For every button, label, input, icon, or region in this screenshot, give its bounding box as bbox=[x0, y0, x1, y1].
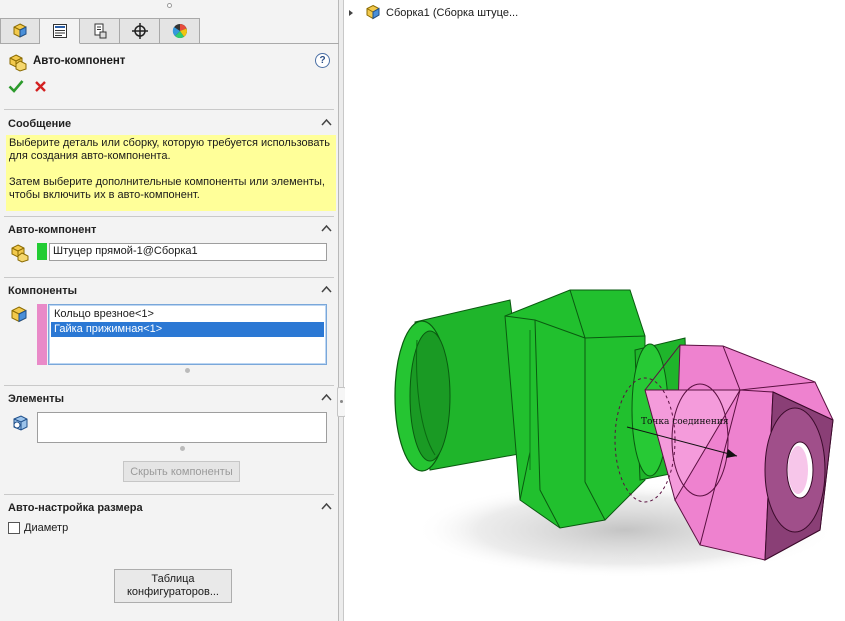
configurator-table-label-2: конфигураторов... bbox=[127, 586, 219, 598]
help-button[interactable]: ? bbox=[315, 53, 330, 68]
list-item[interactable]: Кольцо врезное<1> bbox=[51, 307, 324, 322]
auto-component-section-title[interactable]: Авто-компонент bbox=[8, 224, 96, 236]
configurator-table-button[interactable]: Таблица конфигураторов... bbox=[114, 569, 232, 603]
dimxpert-icon bbox=[131, 23, 148, 39]
cancel-x-icon[interactable] bbox=[34, 80, 47, 93]
tab-feature-manager[interactable] bbox=[0, 18, 40, 44]
diameter-checkbox[interactable] bbox=[8, 522, 20, 534]
feature-select-icon bbox=[13, 415, 28, 431]
components-section-title[interactable]: Компоненты bbox=[8, 285, 77, 297]
display-manager-icon bbox=[172, 24, 187, 39]
configuration-manager-icon bbox=[94, 23, 106, 39]
property-manager-icon bbox=[52, 24, 67, 38]
auto-component-field[interactable]: Штуцер прямой-1@Сборка1 bbox=[49, 243, 327, 261]
elements-resize-handle[interactable] bbox=[180, 446, 185, 451]
elements-field[interactable] bbox=[37, 412, 327, 443]
message-line-1: Выберите деталь или сборку, которую треб… bbox=[9, 137, 330, 162]
list-resize-handle[interactable] bbox=[185, 368, 190, 373]
chevron-up-icon[interactable] bbox=[321, 393, 332, 401]
tab-dimxpert-manager[interactable] bbox=[120, 18, 160, 44]
panel-splitter[interactable] bbox=[337, 0, 346, 621]
components-color-swatch bbox=[37, 304, 47, 365]
feature-manager-icon bbox=[13, 23, 27, 38]
manager-tabs bbox=[0, 18, 200, 44]
message-line-2: Затем выберите дополнительные компоненты… bbox=[9, 176, 325, 201]
chevron-up-icon[interactable] bbox=[321, 224, 332, 232]
panel-collapse-handle[interactable] bbox=[167, 3, 172, 8]
hide-components-button[interactable]: Скрыть компоненты bbox=[123, 461, 240, 482]
components-select-icon bbox=[11, 306, 27, 323]
auto-component-color-swatch bbox=[37, 243, 47, 260]
chevron-up-icon[interactable] bbox=[321, 502, 332, 510]
list-item-selected[interactable]: Гайка прижимная<1> bbox=[51, 322, 324, 337]
graphics-area[interactable]: Сборка1 (Сборка штуце... Точка соединени… bbox=[345, 0, 845, 621]
component-select-icon bbox=[11, 244, 29, 263]
assembly-model-view[interactable]: Точка соединения bbox=[345, 0, 845, 621]
elements-section-title[interactable]: Элементы bbox=[8, 393, 64, 405]
message-section-title[interactable]: Сообщение bbox=[8, 118, 71, 130]
configurator-table-label-1: Таблица bbox=[151, 573, 195, 585]
page-title: Авто-компонент bbox=[33, 55, 126, 67]
tab-display-manager[interactable] bbox=[160, 18, 200, 44]
connection-point-label: Точка соединения bbox=[641, 417, 729, 427]
auto-component-icon bbox=[9, 54, 27, 72]
ok-check-icon[interactable] bbox=[8, 79, 24, 93]
tab-property-manager[interactable] bbox=[40, 18, 80, 44]
property-manager-panel: Авто-компонент ? Сообщение Выберите дета… bbox=[0, 0, 339, 621]
components-list[interactable]: Кольцо врезное<1> Гайка прижимная<1> bbox=[48, 304, 327, 365]
chevron-up-icon[interactable] bbox=[321, 118, 332, 126]
tab-configuration-manager[interactable] bbox=[80, 18, 120, 44]
diameter-checkbox-row[interactable]: Диаметр bbox=[8, 522, 68, 534]
message-box: Выберите деталь или сборку, которую треб… bbox=[6, 135, 336, 211]
diameter-label: Диаметр bbox=[24, 522, 69, 534]
auto-size-section-title[interactable]: Авто-настройка размера bbox=[8, 502, 143, 514]
chevron-up-icon[interactable] bbox=[321, 285, 332, 293]
